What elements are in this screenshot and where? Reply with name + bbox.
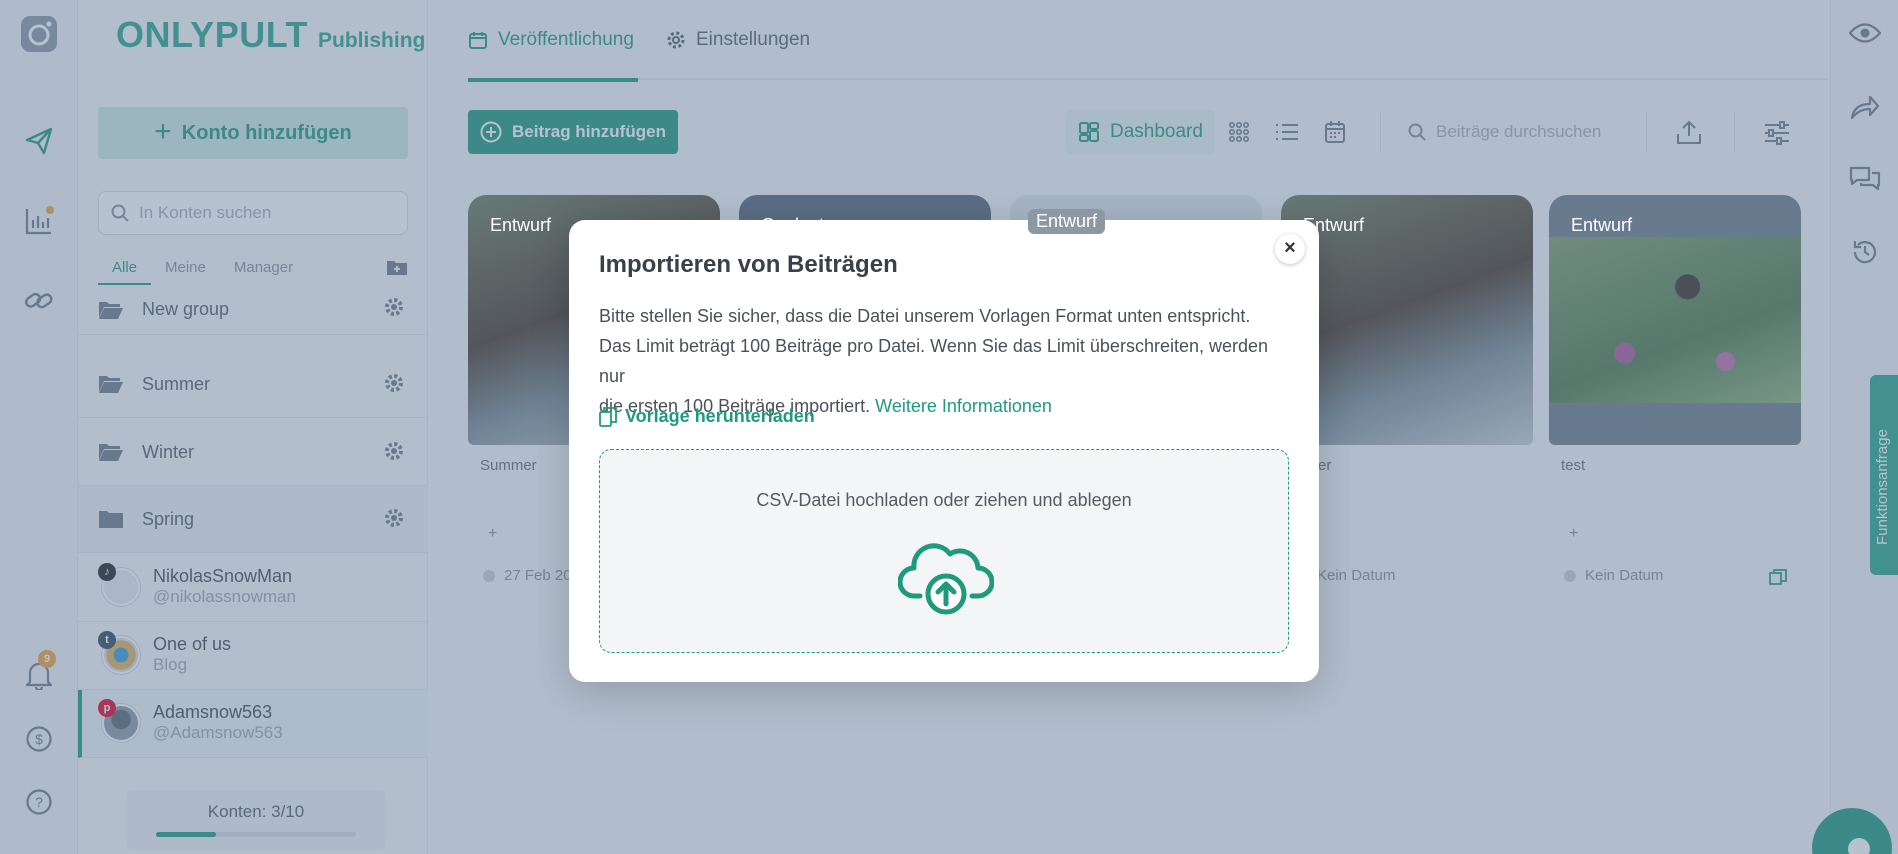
close-icon: × <box>1284 237 1296 259</box>
download-template-link[interactable]: Vorlage herunterladen <box>599 406 815 427</box>
download-template-label: Vorlage herunterladen <box>625 406 815 426</box>
modal-text-line: Bitte stellen Sie sicher, dass die Datei… <box>599 306 1251 326</box>
import-posts-modal: × Importieren von Beiträgen Bitte stelle… <box>569 220 1319 682</box>
cloud-upload-icon <box>897 536 995 621</box>
post-status: Entwurf <box>1028 209 1106 234</box>
post-status: Geplanten <box>761 215 845 235</box>
copy-icon <box>599 406 617 427</box>
modal-title: Importieren von Beiträgen <box>599 251 898 278</box>
close-button[interactable]: × <box>1275 234 1305 264</box>
post-status: Entwurf <box>1571 215 1633 235</box>
more-info-link[interactable]: Weitere Informationen <box>875 396 1052 416</box>
post-status: Entwurf <box>490 215 552 235</box>
post-status: Entwurf <box>1303 215 1365 235</box>
dropzone-text: CSV-Datei hochladen oder ziehen und able… <box>756 490 1132 510</box>
modal-description: Bitte stellen Sie sicher, dass die Datei… <box>599 301 1289 421</box>
csv-dropzone[interactable]: CSV-Datei hochladen oder ziehen und able… <box>599 449 1289 653</box>
modal-text-line: Das Limit beträgt 100 Beiträge pro Datei… <box>599 336 1269 386</box>
